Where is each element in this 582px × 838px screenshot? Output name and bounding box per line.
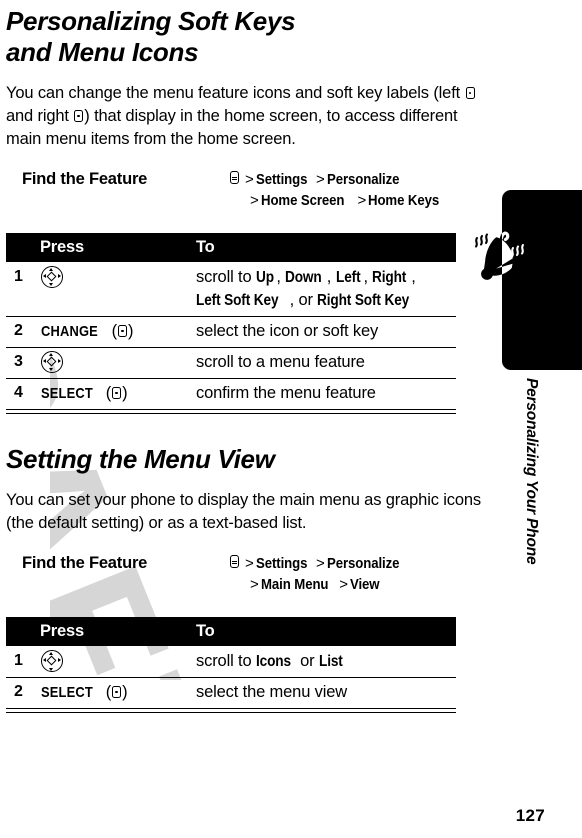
step-number: 2 [6,316,40,348]
term-right-soft-key: Right Soft Key [317,292,410,309]
table-bottom-rule [6,711,456,714]
nav-key-icon [41,266,63,288]
table-row: 2 SELECT () select the menu view [6,677,456,710]
step-to-prefix: scroll to [196,652,256,671]
path-item-home-screen: Home Screen [260,192,345,209]
step-number: 2 [6,677,40,710]
step-press-cell: SELECT () [40,677,196,710]
step-number: 3 [6,347,40,379]
section-intro-2: You can set your phone to display the ma… [6,491,482,533]
term-icons: Icons [255,653,291,671]
step-press-cell [40,347,196,379]
find-the-feature-block-2: Find the Feature > Settings > Personalize >… [6,553,458,595]
menu-path-line-2: > Main Menu > View [230,574,409,595]
step-to-cell: scroll to Icons or List [196,646,456,679]
step-to-prefix: scroll to [196,268,256,286]
menu-icon [230,171,241,186]
find-the-feature-label: Find the Feature [22,170,148,188]
content-column: Personalizing Soft Keys and Menu Icons Y… [6,0,484,714]
step-number: 1 [6,646,40,679]
table-row: 4 SELECT () confirm the menu feature [6,378,456,410]
table-header-row: Press To [6,617,456,647]
step-to-conjunction: or [298,291,314,309]
term-right: Right [372,269,407,286]
term-up: Up [255,269,274,286]
nav-key-icon [41,351,63,373]
softkey-icon [111,686,122,699]
step-to-cell: confirm the menu feature [196,378,456,410]
path-item-main-menu: Main Menu [260,576,329,594]
step-number: 4 [6,378,40,410]
column-header-to: To [196,617,456,647]
step-to-cell: scroll to Up, Down, Left, Right, Left Sof… [196,262,456,317]
path-item-home-keys: Home Keys [368,192,440,209]
path-separator: > [245,555,254,573]
menu-path-line-1: > Settings > Personalize [230,553,409,574]
table-row: 2 CHANGE () select the icon or soft key [6,316,456,348]
path-separator: > [250,576,259,594]
term-list: List [318,653,343,671]
path-separator: > [357,192,367,209]
section-title-1: Personalizing Soft Keys and Menu Icons [6,6,296,67]
table-header-row: Press To [6,233,456,262]
menu-path-line-1: > Settings > Personalize [230,169,449,190]
term-down: Down [285,269,322,286]
intro-text-part2: and right [6,107,74,125]
path-separator: > [316,171,325,188]
path-separator: > [316,555,325,573]
path-item-view: View [349,576,380,594]
find-the-feature-block-1: Find the Feature > Settings > Personalize >… [6,169,458,211]
step-number: 1 [6,262,40,317]
step-press-cell: SELECT () [40,378,196,410]
table-row: 1 scroll to Icons or List [6,646,456,679]
page-number: 127 [515,806,545,825]
column-header-press: Press [40,233,196,262]
steps-table-1: Press To 1 scroll to Up, Down, Left, Rig… [6,233,456,410]
table-row: 3 scroll to a menu feature [6,347,456,379]
column-header-number [6,233,40,262]
find-the-feature-path: > Settings > Personalize > Main Menu > View [230,553,409,595]
softkey-icon [73,110,84,123]
menu-path-line-2: > Home Screen > Home Keys [230,190,449,211]
path-separator: > [245,171,254,188]
column-header-to: To [196,233,456,262]
softkey-label-select: SELECT [41,385,93,402]
find-the-feature-path: > Settings > Personalize > Home Screen > Home … [230,169,449,211]
path-item-settings: Settings [255,171,308,188]
softkey-icon [117,325,128,338]
path-separator: > [339,576,348,594]
softkey-icon [111,387,122,400]
column-header-number [6,617,40,647]
path-item-personalize: Personalize [326,555,400,573]
path-item-personalize: Personalize [326,171,400,188]
term-left: Left [335,269,361,286]
nav-key-icon [41,650,63,673]
step-press-cell: CHANGE () [40,316,196,348]
column-header-press: Press [40,617,196,647]
step-press-cell [40,646,196,679]
menu-icon [230,555,241,570]
step-to-conjunction: or [300,652,315,671]
section-intro-1: You can change the menu feature icons an… [6,82,484,151]
intro-text-part1: You can change the menu feature icons an… [6,84,465,102]
section-title-2: Setting the Menu View [6,444,275,475]
steps-table-2: Press To 1 scroll to Icons or List 2 SEL… [6,617,456,710]
step-press-cell [40,262,196,317]
term-left-soft-key: Left Soft Key [196,292,279,309]
softkey-label-select: SELECT [41,684,93,702]
step-to-cell: scroll to a menu feature [196,347,456,379]
ringing-bell-icon [471,218,539,302]
path-item-settings: Settings [255,555,308,573]
table-row: 1 scroll to Up, Down, Left, Right, Left S… [6,262,456,317]
step-to-cell: select the menu view [196,677,456,710]
find-the-feature-label: Find the Feature [22,554,148,573]
softkey-label-change: CHANGE [41,323,98,340]
softkey-icon [465,87,476,100]
path-separator: > [250,192,259,209]
step-to-cell: select the icon or soft key [196,316,456,348]
manual-page: Personalizing Soft Keys and Menu Icons Y… [0,0,582,838]
